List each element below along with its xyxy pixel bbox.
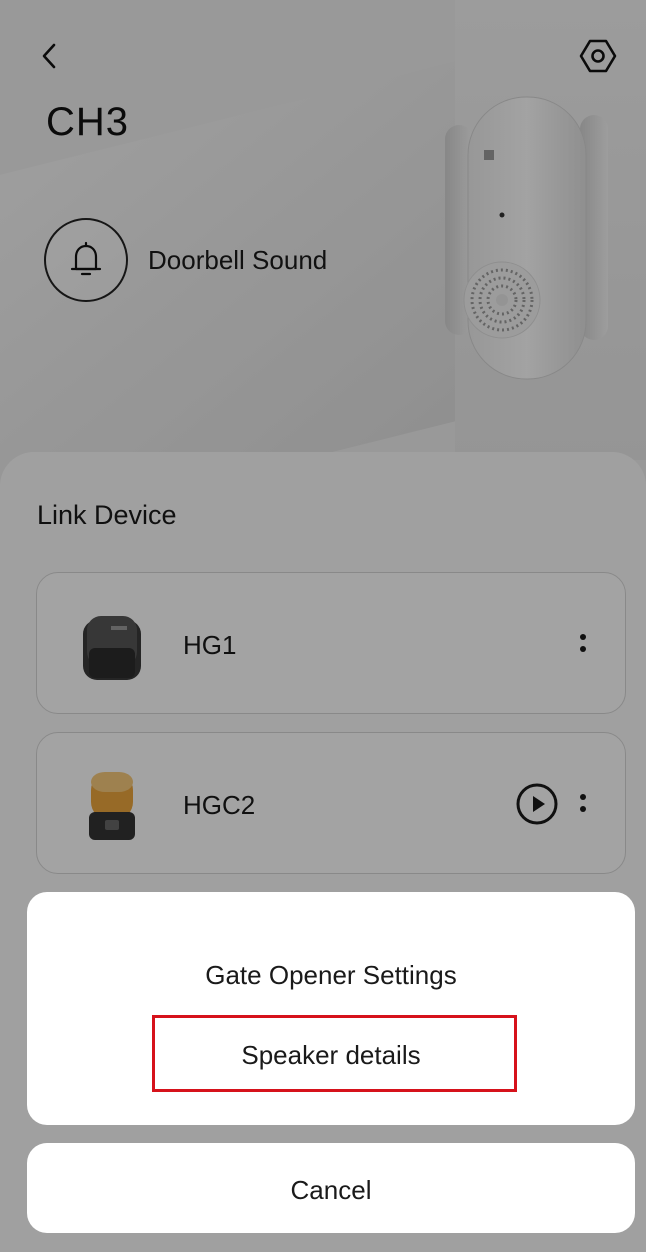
cancel-button[interactable]: Cancel [27,1143,635,1233]
app-screen: CH3 Doorbell Sound Link Device HG1 HGC2 … [0,0,646,1252]
highlight-box [152,1015,517,1092]
action-sheet: Gate Opener Settings Speaker details [27,892,635,1125]
cancel-label: Cancel [290,1175,372,1205]
gate-opener-settings-option[interactable]: Gate Opener Settings [27,960,635,991]
